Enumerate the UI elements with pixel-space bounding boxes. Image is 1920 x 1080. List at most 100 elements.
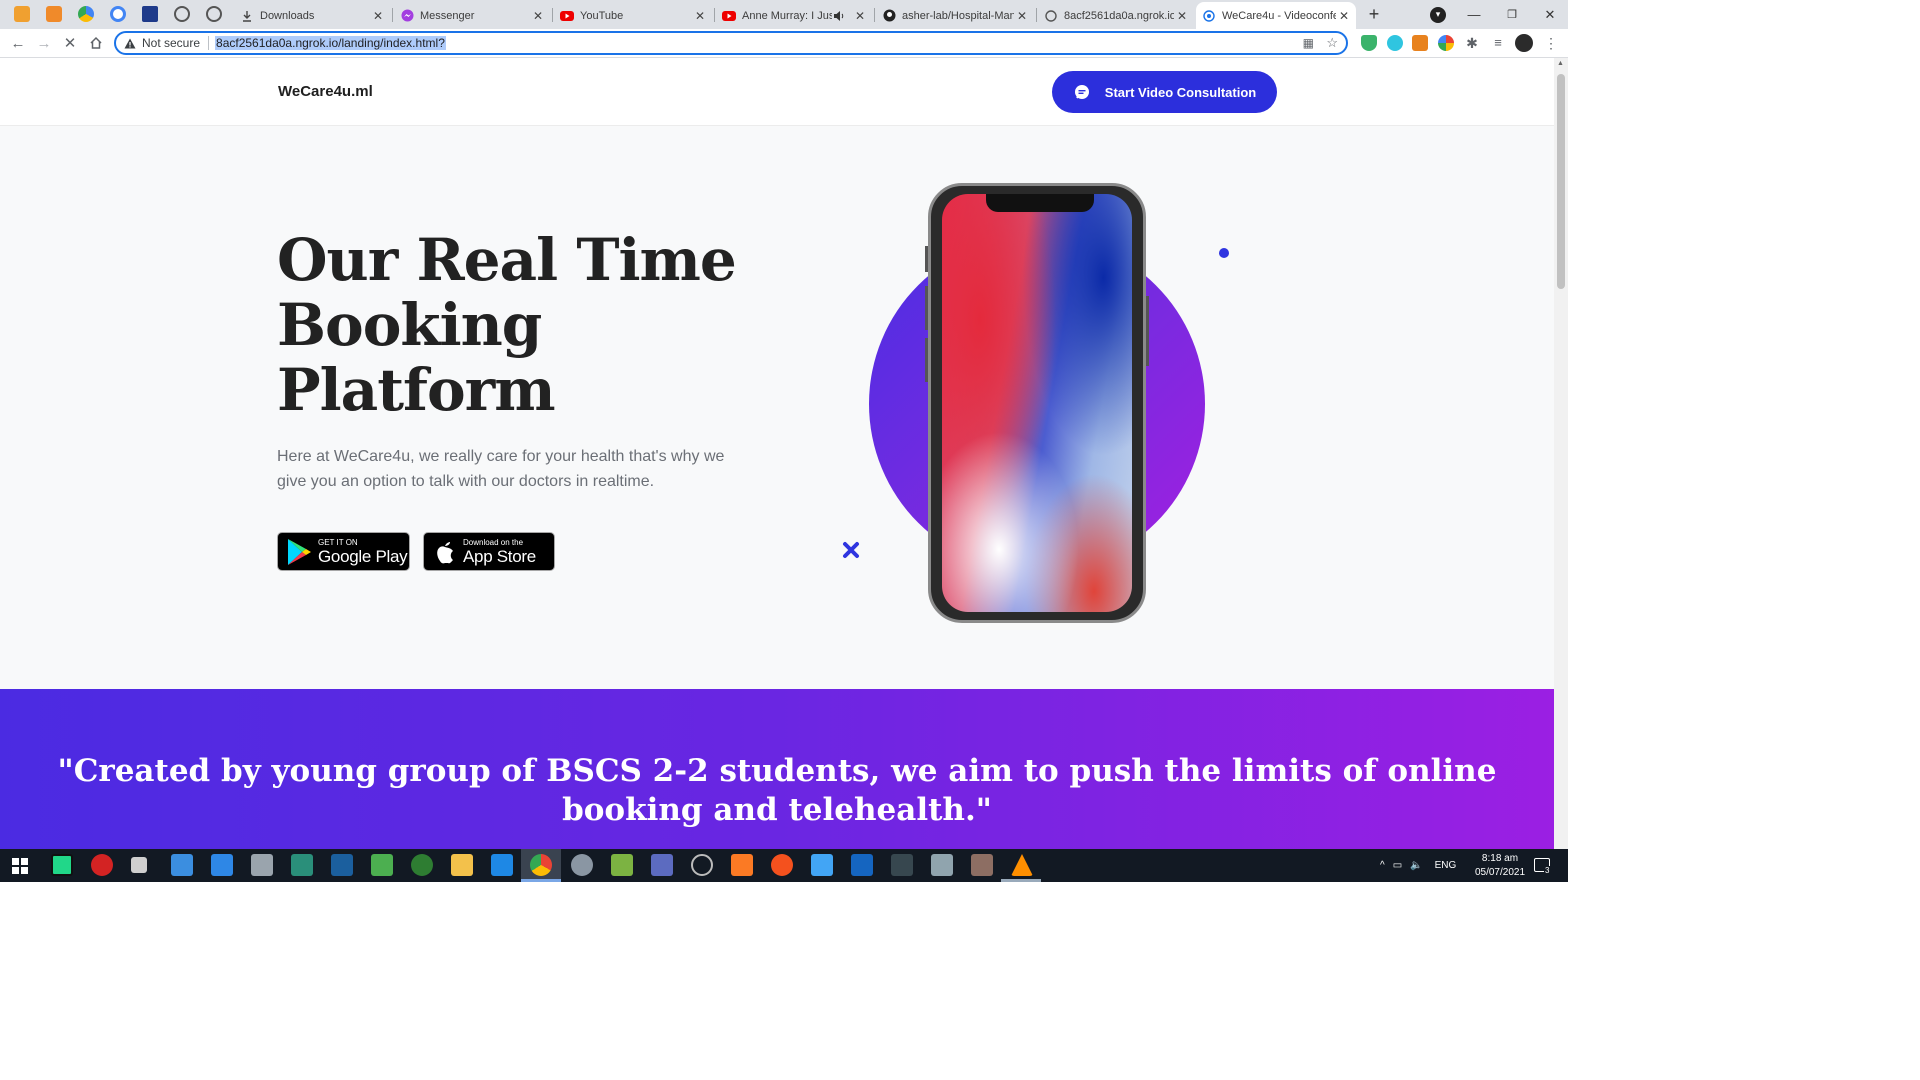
page-scrollbar[interactable]: ▲ bbox=[1554, 58, 1568, 849]
tab-messenger[interactable]: Messenger ✕ bbox=[394, 2, 550, 29]
close-icon[interactable]: ✕ bbox=[852, 9, 868, 23]
tab-github[interactable]: asher-lab/Hospital-Mana ✕ bbox=[876, 2, 1034, 29]
google-play-button[interactable]: GET IT ON Google Play bbox=[277, 532, 410, 571]
pinned-tab-1[interactable] bbox=[14, 6, 30, 22]
new-tab-button[interactable]: + bbox=[1356, 0, 1392, 29]
pinned-tab-2[interactable] bbox=[46, 6, 62, 22]
url-text[interactable]: 8acf2561da0a.ngrok.io/landing/index.html… bbox=[215, 36, 446, 50]
tab-youtube[interactable]: YouTube ✕ bbox=[554, 2, 712, 29]
arrow-right-icon: → bbox=[36, 34, 52, 52]
pycharm-icon[interactable] bbox=[51, 854, 73, 876]
app-l-icon[interactable] bbox=[331, 854, 353, 876]
xampp-icon[interactable] bbox=[731, 854, 753, 876]
home-button[interactable] bbox=[85, 32, 107, 54]
download-manager-icon[interactable] bbox=[291, 854, 313, 876]
site-logo[interactable]: WeCare4u.ml bbox=[278, 83, 373, 100]
profile-avatar[interactable] bbox=[1515, 34, 1533, 52]
hero-description: Here at WeCare4u, we really care for you… bbox=[277, 448, 725, 490]
chevron-up-icon[interactable]: ^ bbox=[1380, 860, 1385, 871]
mega-icon[interactable] bbox=[91, 854, 113, 876]
pinned-tab-globe-1[interactable] bbox=[174, 6, 190, 22]
close-icon[interactable]: ✕ bbox=[1174, 9, 1190, 23]
google-play-small-text: GET IT ON bbox=[318, 537, 358, 547]
pinned-tab-google[interactable] bbox=[110, 6, 126, 22]
postman-icon[interactable] bbox=[771, 854, 793, 876]
chrome-icon[interactable] bbox=[530, 854, 552, 876]
close-icon[interactable]: ✕ bbox=[370, 9, 386, 23]
dev-icon[interactable] bbox=[891, 854, 913, 876]
bookmark-star-icon[interactable]: ☆ bbox=[1326, 35, 1338, 51]
pinned-tab-blue[interactable] bbox=[142, 6, 158, 22]
start-video-consultation-button[interactable]: Start Video Consultation bbox=[1052, 71, 1277, 113]
notification-icon[interactable]: 3 bbox=[1534, 858, 1551, 875]
extension-color-icon[interactable] bbox=[1438, 35, 1454, 51]
tab-downloads[interactable]: Downloads ✕ bbox=[234, 2, 390, 29]
metamask-icon[interactable] bbox=[1412, 35, 1428, 51]
close-icon[interactable]: ✕ bbox=[1014, 9, 1030, 23]
app-icon-brown[interactable] bbox=[971, 854, 993, 876]
language-indicator[interactable]: ENG bbox=[1435, 860, 1457, 871]
playlist-icon[interactable]: ≡ bbox=[1490, 35, 1506, 51]
pinned-tab-drive[interactable] bbox=[78, 6, 94, 22]
close-window-button[interactable]: ✕ bbox=[1532, 0, 1568, 29]
calendar-icon[interactable] bbox=[171, 854, 193, 876]
notepad-icon[interactable] bbox=[611, 854, 633, 876]
android-app-icon[interactable] bbox=[371, 854, 393, 876]
app-store-button[interactable]: Download on the App Store bbox=[423, 532, 555, 571]
scrollbar-thumb[interactable] bbox=[1557, 74, 1565, 289]
webpage: WeCare4u.ml Start Video Consultation Our… bbox=[0, 58, 1554, 849]
windows-start-icon[interactable] bbox=[12, 858, 28, 874]
tab-label: Anne Murray: I Just F bbox=[742, 9, 832, 22]
clock[interactable]: 8:18 am 05/07/2021 bbox=[1472, 852, 1528, 880]
network-icon[interactable]: ▭ bbox=[1393, 860, 1402, 871]
stop-button[interactable]: ✕ bbox=[59, 32, 81, 54]
xbox-icon[interactable] bbox=[411, 854, 433, 876]
scroll-up-icon[interactable]: ▲ bbox=[1557, 60, 1564, 67]
extension-icon[interactable] bbox=[1387, 35, 1403, 51]
obs-icon[interactable] bbox=[691, 854, 713, 876]
pinned-tab-globe-2[interactable] bbox=[206, 6, 222, 22]
tab-search-button[interactable]: ▾ bbox=[1420, 0, 1456, 29]
file-explorer-icon[interactable] bbox=[451, 854, 473, 876]
mail-icon[interactable] bbox=[211, 854, 233, 876]
app-icon-blue[interactable] bbox=[851, 854, 873, 876]
remote-desktop-icon[interactable] bbox=[811, 854, 833, 876]
app-icon-cloud[interactable] bbox=[571, 854, 593, 876]
back-button[interactable]: ← bbox=[7, 32, 29, 54]
youtube-icon bbox=[722, 9, 736, 23]
home-icon bbox=[90, 36, 102, 49]
network-app-icon[interactable] bbox=[651, 854, 673, 876]
photos-icon[interactable] bbox=[931, 854, 953, 876]
puzzle-icon[interactable]: ✱ bbox=[1464, 35, 1480, 51]
app-icon-grey[interactable] bbox=[131, 857, 147, 873]
vlc-icon[interactable] bbox=[1011, 854, 1033, 876]
speaker-icon[interactable] bbox=[832, 9, 846, 23]
tab-ngrok[interactable]: 8acf2561da0a.ngrok.io/a ✕ bbox=[1038, 2, 1194, 29]
restore-button[interactable]: ❐ bbox=[1494, 0, 1530, 29]
forward-button[interactable]: → bbox=[33, 32, 55, 54]
github-icon bbox=[882, 9, 896, 23]
close-icon[interactable]: ✕ bbox=[692, 9, 708, 23]
apple-icon bbox=[437, 541, 453, 563]
minimize-button[interactable]: — bbox=[1456, 0, 1492, 29]
cta-label: Start Video Consultation bbox=[1104, 84, 1257, 100]
active-indicator bbox=[521, 879, 561, 882]
more-menu-icon[interactable]: ⋮ bbox=[1543, 35, 1559, 51]
volume-icon[interactable]: 🔈 bbox=[1410, 860, 1422, 871]
globe-icon bbox=[1044, 9, 1058, 23]
close-icon[interactable]: ✕ bbox=[1336, 9, 1352, 23]
system-tray: ^ ▭ 🔈 ENG bbox=[1380, 849, 1456, 882]
tab-label: WeCare4u - Videoconfer bbox=[1222, 9, 1336, 22]
tab-anne-murray[interactable]: Anne Murray: I Just F ✕ bbox=[716, 2, 872, 29]
about-section: "Created by young group of BSCS 2-2 stud… bbox=[0, 689, 1554, 849]
qr-code-icon[interactable]: ▦ bbox=[1303, 36, 1314, 50]
tab-wecare4u-active[interactable]: WeCare4u - Videoconfer ✕ bbox=[1196, 2, 1356, 29]
security-indicator[interactable]: Not secure bbox=[116, 36, 210, 50]
about-quote: "Created by young group of BSCS 2-2 stud… bbox=[57, 753, 1497, 828]
settings-app-icon[interactable] bbox=[251, 854, 273, 876]
shield-extension-icon[interactable] bbox=[1361, 35, 1377, 51]
vscode-icon[interactable] bbox=[491, 854, 513, 876]
close-icon[interactable]: ✕ bbox=[530, 9, 546, 23]
screen: Downloads ✕ Messenger ✕ YouTube ✕ Anne M… bbox=[0, 0, 1568, 882]
address-bar[interactable]: Not secure 8acf2561da0a.ngrok.io/landing… bbox=[114, 31, 1348, 55]
